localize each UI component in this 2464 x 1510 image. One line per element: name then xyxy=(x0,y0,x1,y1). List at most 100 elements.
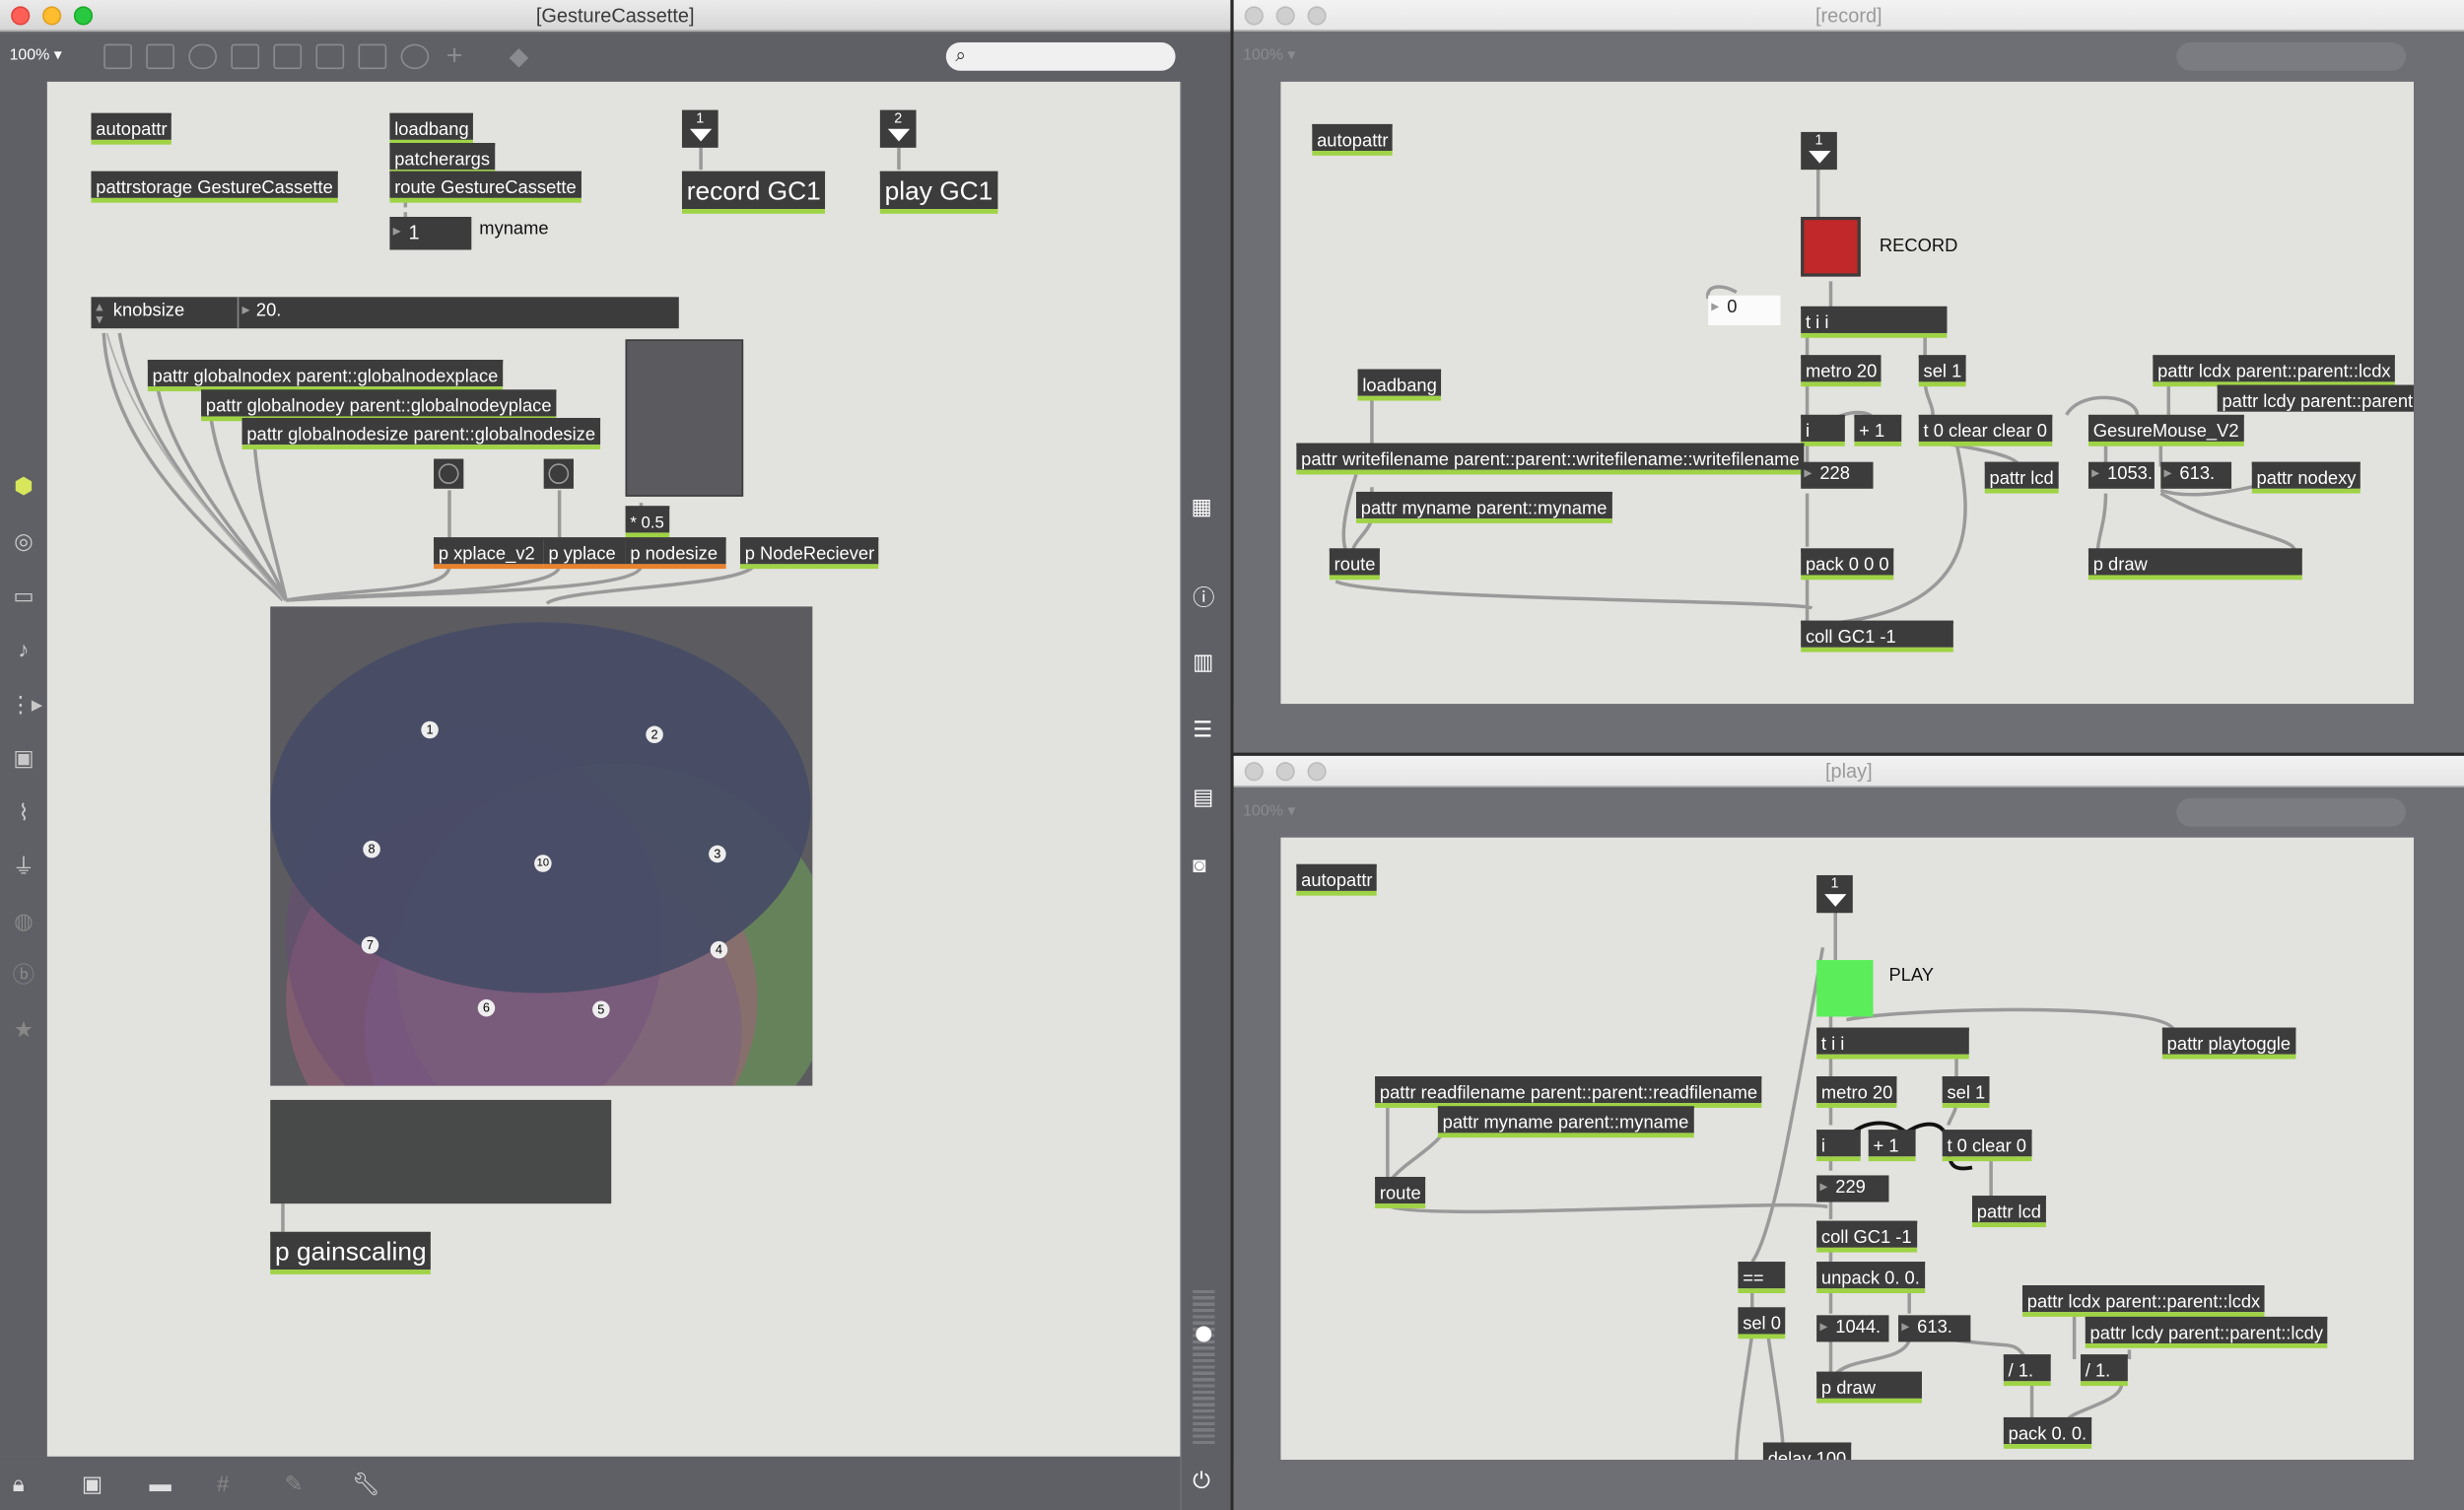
play-coll-object[interactable]: coll GC1 -1 xyxy=(1816,1220,1917,1253)
power-icon[interactable]: ⏻ xyxy=(1193,1468,1210,1494)
y-bang-button[interactable] xyxy=(543,458,574,489)
camera-icon[interactable]: ◙ xyxy=(1193,852,1206,877)
list-icon[interactable]: ☰ xyxy=(1193,717,1212,743)
package-icon[interactable]: ◍ xyxy=(10,907,38,935)
record-loadbang-object[interactable]: loadbang xyxy=(1357,369,1443,401)
multiply-object[interactable]: * 0.5 xyxy=(625,506,669,538)
play-i-object[interactable]: i xyxy=(1816,1130,1861,1162)
play-229-number[interactable]: 229 xyxy=(1816,1175,1889,1202)
x-bang-button[interactable] xyxy=(434,458,464,489)
node-receiver-object[interactable]: p NodeReciever xyxy=(739,537,880,570)
toggle-icon[interactable] xyxy=(231,43,260,70)
node-4[interactable]: 4 xyxy=(710,940,728,959)
play-zoom-select[interactable]: 100% ▾ xyxy=(1243,803,1295,821)
record-plus-object[interactable]: + 1 xyxy=(1854,414,1902,446)
music-note-icon[interactable]: ♪ xyxy=(10,635,38,663)
record-route-object[interactable]: route xyxy=(1329,548,1381,581)
record-i-object[interactable]: i xyxy=(1801,414,1845,446)
node-7[interactable]: 7 xyxy=(361,936,379,954)
message-2-button[interactable]: 2 xyxy=(879,109,917,148)
record-gc1-object[interactable]: record GC1 xyxy=(681,171,826,214)
nodesize-object[interactable]: p nodesize xyxy=(625,537,726,570)
play-search-field[interactable] xyxy=(2176,797,2407,827)
record-pattr-write-object[interactable]: pattr writefilename parent::parent::writ… xyxy=(1296,443,1805,475)
script-icon[interactable]: ⓑ xyxy=(10,960,38,989)
autopattr-object[interactable]: autopattr xyxy=(91,112,173,145)
book-icon[interactable]: ▤ xyxy=(1193,785,1213,811)
pattr-globalnodex-object[interactable]: pattr globalnodex parent::globalnodexpla… xyxy=(147,360,504,391)
record-gesture-object[interactable]: GesureMouse_V2 xyxy=(2088,414,2244,446)
play-pattr-lcdy-object[interactable]: pattr lcdy parent::parent::lcdy xyxy=(2085,1316,2329,1348)
add-icon[interactable]: + xyxy=(446,39,463,72)
record-coll-object[interactable]: coll GC1 -1 xyxy=(1801,620,1953,652)
gain-display[interactable] xyxy=(270,1099,612,1204)
play-gc1-object[interactable]: play GC1 xyxy=(879,171,998,214)
play-route-object[interactable]: route xyxy=(1375,1177,1426,1208)
knobsize-value[interactable]: 20. xyxy=(256,302,282,320)
wrench-icon[interactable]: 🔧︎ xyxy=(352,1471,379,1497)
button-icon[interactable] xyxy=(273,43,303,70)
play-plus-object[interactable]: + 1 xyxy=(1868,1130,1916,1162)
dial-icon[interactable] xyxy=(400,43,430,70)
paperclip-icon[interactable]: ⌇ xyxy=(10,798,38,827)
record-zoom-select[interactable]: 100% ▾ xyxy=(1243,47,1295,65)
record-pack-object[interactable]: pack 0 0 0 xyxy=(1801,548,1894,581)
play-div2-object[interactable]: / 1. xyxy=(2080,1354,2128,1387)
comment-bubble-icon[interactable]: ▬ xyxy=(149,1471,171,1496)
myname-number[interactable]: 1 xyxy=(389,216,472,250)
record-autopattr-object[interactable]: autopattr xyxy=(1312,123,1394,156)
play-pack-object[interactable]: pack 0. 0. xyxy=(2003,1416,2091,1449)
patcherargs-object[interactable]: patcherargs xyxy=(389,143,495,174)
play-pdraw-object[interactable]: p draw xyxy=(1816,1371,1922,1404)
record-zero-number[interactable]: 0 xyxy=(1708,295,1781,325)
play-eq-object[interactable]: == xyxy=(1738,1262,1786,1294)
paint-icon[interactable]: ◆ xyxy=(510,40,529,72)
pattr-globalnodey-object[interactable]: pattr globalnodey parent::globalnodeypla… xyxy=(201,389,557,422)
grid-icon[interactable]: # xyxy=(217,1471,229,1496)
record-pattr-nodexy-object[interactable]: pattr nodexy xyxy=(2251,461,2361,494)
play-pattr-lcd-object[interactable]: pattr lcd xyxy=(1971,1196,2046,1228)
play-sel0-object[interactable]: sel 0 xyxy=(1738,1307,1787,1339)
gainscaling-object[interactable]: p gainscaling xyxy=(270,1231,432,1274)
record-tii-object[interactable]: t i i xyxy=(1801,306,1948,338)
info-icon[interactable]: ⓘ xyxy=(1193,582,1214,613)
play-patcher-canvas[interactable]: autopattr 1 PLAY t i i pattr playtoggle … xyxy=(1280,837,2414,1461)
main-patcher-canvas[interactable]: autopattr pattrstorage GestureCassette l… xyxy=(46,81,1181,1457)
record-patcher-canvas[interactable]: autopattr 1 RECORD 0 t i i metro 20 sel … xyxy=(1280,81,2414,705)
node-1[interactable]: 1 xyxy=(421,721,439,739)
node-10[interactable]: 10 xyxy=(534,855,552,872)
play-autopattr-object[interactable]: autopattr xyxy=(1296,863,1378,896)
record-1053-number[interactable]: 1053. xyxy=(2088,461,2155,489)
film-icon[interactable]: ▭ xyxy=(10,582,38,610)
new-message-icon[interactable] xyxy=(146,43,174,70)
record-pattr-lcdx-object[interactable]: pattr lcdx parent::parent::lcdx xyxy=(2153,355,2396,387)
snap-icon[interactable]: ✎ xyxy=(285,1471,304,1497)
play-toggle[interactable] xyxy=(1816,960,1874,1017)
yplace-object[interactable]: p yplace xyxy=(543,537,626,570)
record-pattr-myname-object[interactable]: pattr myname parent::myname xyxy=(1355,491,1612,523)
record-message-1-button[interactable]: 1 xyxy=(1801,131,1837,171)
new-object-icon[interactable] xyxy=(103,43,132,70)
record-pattr-lcd-object[interactable]: pattr lcd xyxy=(1984,461,2059,494)
zoom-select[interactable]: 100% ▾ xyxy=(10,47,62,65)
knobsize-attrui[interactable]: ▴ ▾ knobsize 20. ▸ xyxy=(91,297,679,329)
record-search-field[interactable] xyxy=(2176,42,2407,71)
message-1-button[interactable]: 1 xyxy=(681,109,719,148)
cube-icon[interactable]: ⬢ xyxy=(10,471,38,500)
pattrstorage-object[interactable]: pattrstorage GestureCassette xyxy=(91,171,338,203)
record-228-number[interactable]: 228 xyxy=(1801,461,1874,489)
play-unpack-object[interactable]: unpack 0. 0. xyxy=(1816,1262,1925,1294)
record-metro-object[interactable]: metro 20 xyxy=(1801,355,1882,387)
play-1044-number[interactable]: 1044. xyxy=(1816,1315,1889,1342)
pattr-globalnodesize-object[interactable]: pattr globalnodesize parent::globalnodes… xyxy=(241,418,600,449)
route-object[interactable]: route GestureCassette xyxy=(389,171,582,203)
number-icon[interactable] xyxy=(315,43,345,70)
play-div1-object[interactable]: / 1. xyxy=(2003,1354,2051,1387)
image-icon[interactable]: ▣ xyxy=(10,743,38,772)
target-icon[interactable]: ◎ xyxy=(10,526,38,555)
nodes-display[interactable]: 1 2 3 4 5 6 7 8 10 xyxy=(270,606,813,1086)
play-pattr-myname-object[interactable]: pattr myname parent::myname xyxy=(1437,1106,1694,1138)
play-sel1-object[interactable]: sel 1 xyxy=(1942,1076,1991,1108)
volume-knob[interactable] xyxy=(1196,1326,1212,1342)
record-pattr-lcdy-object[interactable]: pattr lcdy parent::parent: xyxy=(2217,384,2414,412)
